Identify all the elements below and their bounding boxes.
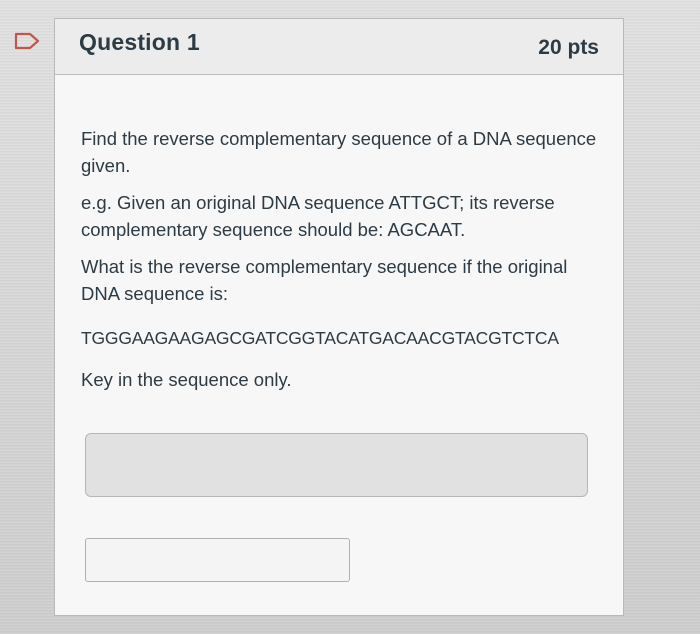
question-body: Find the reverse complementary sequence … bbox=[81, 125, 601, 403]
question-card: Question 1 20 pts Find the reverse compl… bbox=[54, 18, 624, 616]
question-ask: What is the reverse complementary sequen… bbox=[81, 256, 568, 304]
answer-input[interactable] bbox=[85, 538, 350, 582]
question-prompt: Find the reverse complementary sequence … bbox=[81, 128, 597, 176]
answer-textarea[interactable] bbox=[85, 433, 588, 497]
question-instruction: Key in the sequence only. bbox=[81, 369, 292, 390]
question-title: Question 1 bbox=[79, 29, 200, 55]
question-header: Question 1 20 pts bbox=[55, 19, 623, 75]
bookmark-flag-icon[interactable] bbox=[14, 32, 42, 50]
question-points: 20 pts bbox=[538, 36, 599, 59]
question-example: e.g. Given an original DNA sequence ATTG… bbox=[81, 192, 555, 240]
dna-sequence: TGGGAAGAAGAGCGATCGGTACATGACAACGTACGTCTCA bbox=[81, 328, 559, 348]
